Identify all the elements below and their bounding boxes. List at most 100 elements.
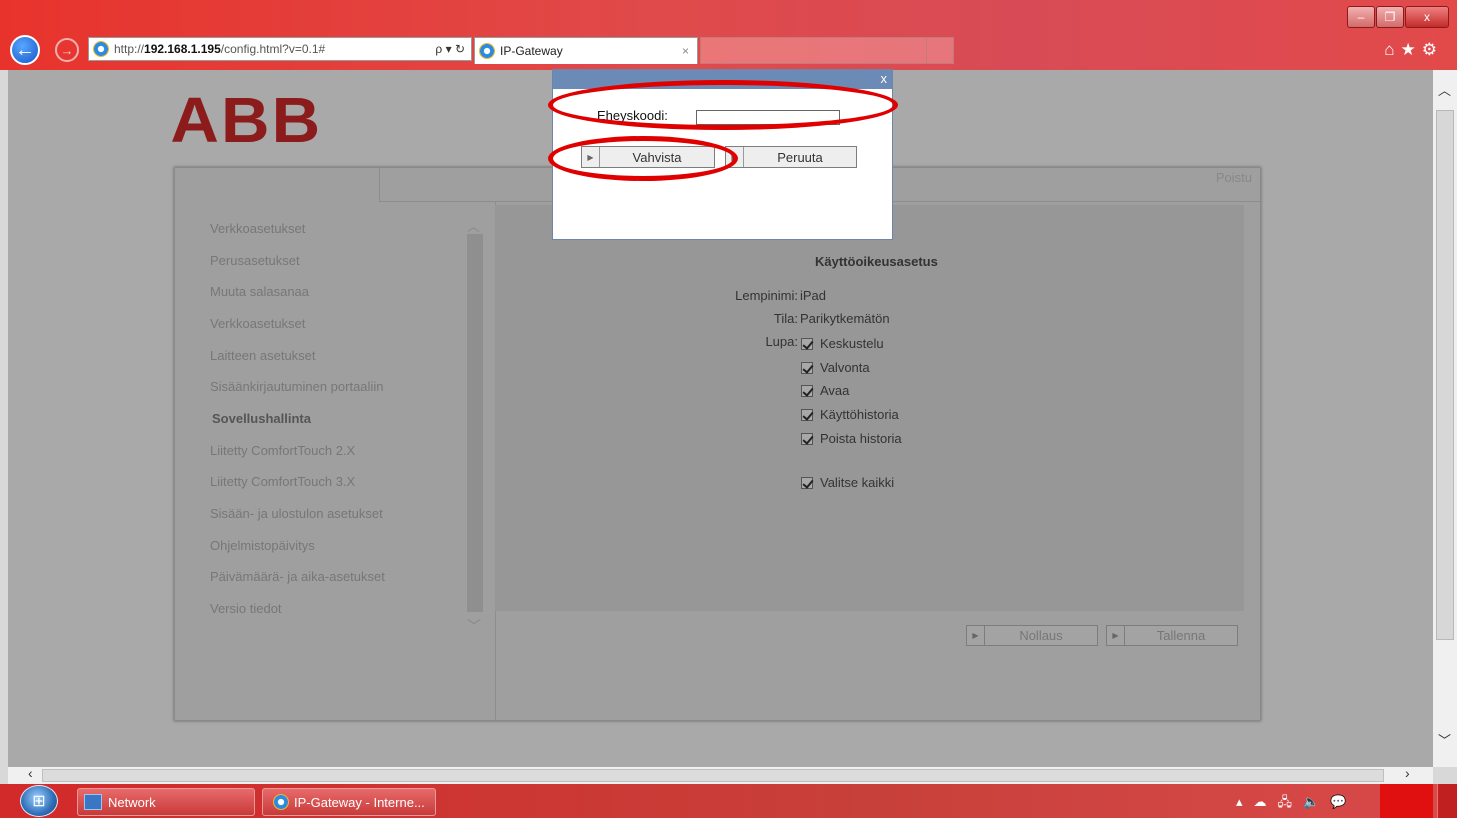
select-all[interactable]: Valitse kaikki: [801, 475, 894, 490]
taskbar: ⊞ Network IP-Gateway - Interne... ▴☁🖧🔈💬: [0, 784, 1457, 818]
dialog-header: x: [553, 70, 892, 89]
back-button[interactable]: ←: [10, 35, 40, 65]
nav-item[interactable]: Verkkoasetukset: [210, 221, 305, 236]
nav-item[interactable]: Laitteen asetukset: [210, 348, 316, 363]
url-path: /config.html?v=0.1#: [220, 42, 326, 56]
play-arrow-icon: ▶: [726, 147, 744, 167]
permission-settings: Käyttöoikeusasetus Lempinimi: iPad Tila:…: [495, 205, 1244, 611]
play-arrow-icon: ▶: [967, 626, 985, 645]
taskbar-item-network[interactable]: Network: [77, 788, 255, 816]
taskbar-label: Network: [108, 794, 156, 810]
ie-icon: [273, 794, 289, 810]
window-controls: – ❐ x: [1346, 6, 1449, 28]
nav-item[interactable]: Päivämäärä- ja aika-asetukset: [210, 569, 385, 584]
chevron-down-icon[interactable]: ﹀: [1438, 730, 1451, 749]
checkbox-label: Valvonta: [820, 360, 870, 375]
address-bar[interactable]: http://192.168.1.195/config.html?v=0.1# …: [88, 37, 472, 61]
nav-scrollbar[interactable]: ︿ ﹀: [467, 216, 483, 661]
reset-button[interactable]: ▶ Nollaus: [966, 625, 1098, 646]
browser-chrome: – ❐ x ← → http://192.168.1.195/config.ht…: [0, 0, 1457, 70]
chevron-right-icon[interactable]: ›: [1405, 765, 1410, 781]
tab-close-icon[interactable]: ×: [682, 44, 689, 58]
horizontal-scroll-thumb[interactable]: [42, 769, 1384, 782]
chevron-up-icon[interactable]: ︿: [467, 216, 480, 235]
clock-area[interactable]: [1380, 784, 1433, 818]
state-label: Tila:: [773, 311, 798, 326]
chevron-up-icon[interactable]: ︿: [1438, 80, 1451, 99]
new-tab-button[interactable]: [926, 37, 955, 64]
tab-title: IP-Gateway: [500, 44, 563, 58]
save-button[interactable]: ▶ Tallenna: [1106, 625, 1238, 646]
nav-item[interactable]: Versio tiedot: [210, 601, 282, 616]
nav-item[interactable]: Sisään- ja ulostulon asetukset: [210, 506, 383, 521]
start-button[interactable]: ⊞: [20, 785, 58, 817]
new-tab-area[interactable]: [700, 37, 954, 64]
nav-scroll-thumb[interactable]: [467, 234, 483, 612]
forward-button[interactable]: →: [55, 38, 79, 62]
checkbox-label: Avaa: [820, 383, 850, 398]
permission-title: Käyttöoikeusasetus: [815, 254, 938, 269]
checkbox-checked[interactable]: [801, 432, 813, 445]
code-label: Eheyskoodi:: [597, 108, 668, 123]
chevron-down-icon[interactable]: ﹀: [467, 616, 481, 636]
permission-monitor[interactable]: Valvonta: [801, 360, 870, 375]
checkbox-checked[interactable]: [801, 476, 813, 489]
forward-arrow-icon: →: [60, 42, 74, 58]
nav-item[interactable]: Liitetty ComfortTouch 3.X: [210, 474, 355, 489]
integrity-code-dialog: x Eheyskoodi: ▶ Vahvista ▶ Peruuta: [552, 69, 893, 240]
checkbox-checked[interactable]: [801, 361, 813, 374]
cancel-button[interactable]: ▶ Peruuta: [725, 146, 857, 168]
checkbox-checked[interactable]: [801, 384, 813, 397]
permission-open[interactable]: Avaa: [801, 383, 849, 398]
tab-ip-gateway[interactable]: IP-Gateway ×: [474, 37, 698, 64]
url-host: 192.168.1.195: [144, 42, 221, 56]
show-desktop-button[interactable]: [1437, 784, 1457, 818]
home-favorites-settings-icons[interactable]: ⌂★⚙: [1384, 40, 1443, 60]
integrity-code-input[interactable]: [696, 110, 840, 125]
taskbar-item-ie[interactable]: IP-Gateway - Interne...: [262, 788, 436, 816]
vertical-scroll-thumb[interactable]: [1436, 110, 1454, 640]
chevron-left-icon[interactable]: ‹: [28, 765, 33, 781]
nickname-label: Lempinimi:: [735, 288, 798, 303]
checkbox-checked[interactable]: [801, 408, 813, 421]
nav-header: [379, 168, 495, 202]
close-window-button[interactable]: x: [1405, 6, 1449, 28]
save-label: Tallenna: [1156, 628, 1206, 643]
taskbar-label: IP-Gateway - Interne...: [294, 794, 425, 810]
ie-page-icon: [93, 41, 109, 57]
play-arrow-icon: ▶: [582, 147, 600, 167]
nav-item[interactable]: Verkkoasetukset: [210, 316, 305, 331]
settings-nav: Verkkoasetukset Perusasetukset Muuta sal…: [175, 201, 496, 720]
close-icon[interactable]: x: [881, 71, 888, 86]
url-text[interactable]: http://192.168.1.195/config.html?v=0.1#: [114, 42, 325, 56]
nav-item[interactable]: Ohjelmistopäivitys: [210, 538, 315, 553]
play-arrow-icon: ▶: [1107, 626, 1125, 645]
abb-logo: ABB: [170, 84, 323, 156]
checkbox-label: Valitse kaikki: [820, 475, 895, 490]
search-refresh-icons[interactable]: ρ ▾ ↻: [435, 42, 465, 56]
nav-item[interactable]: Sisäänkirjautuminen portaaliin: [210, 379, 383, 394]
nav-item[interactable]: Perusasetukset: [210, 253, 300, 268]
logout-link[interactable]: Poistu: [1216, 170, 1252, 185]
system-tray[interactable]: ▴☁🖧🔈💬: [1236, 793, 1357, 815]
back-arrow-icon: ←: [15, 38, 35, 61]
vertical-scrollbar[interactable]: ︿ ﹀: [1433, 70, 1457, 767]
permission-history[interactable]: Käyttöhistoria: [801, 407, 899, 422]
url-prefix: http://: [114, 42, 145, 56]
permission-delete-history[interactable]: Poista historia: [801, 431, 902, 446]
nav-item[interactable]: Liitetty ComfortTouch 2.X: [210, 443, 355, 458]
minimize-button[interactable]: –: [1347, 6, 1375, 28]
checkbox-label: Keskustelu: [820, 336, 884, 351]
nickname-value: iPad: [800, 288, 827, 303]
checkbox-label: Poista historia: [820, 431, 902, 446]
nav-item-active[interactable]: Sovellushallinta: [212, 411, 311, 426]
horizontal-scrollbar[interactable]: ‹ ›: [8, 765, 1433, 784]
nav-item[interactable]: Muuta salasanaa: [210, 284, 309, 299]
checkbox-checked[interactable]: [801, 337, 813, 350]
restore-button[interactable]: ❐: [1376, 6, 1404, 28]
ie-tab-icon: [479, 43, 495, 59]
reset-label: Nollaus: [1019, 628, 1063, 643]
permission-chat[interactable]: Keskustelu: [801, 336, 884, 351]
permission-label: Lupa:: [765, 334, 798, 349]
confirm-button[interactable]: ▶ Vahvista: [581, 146, 715, 168]
